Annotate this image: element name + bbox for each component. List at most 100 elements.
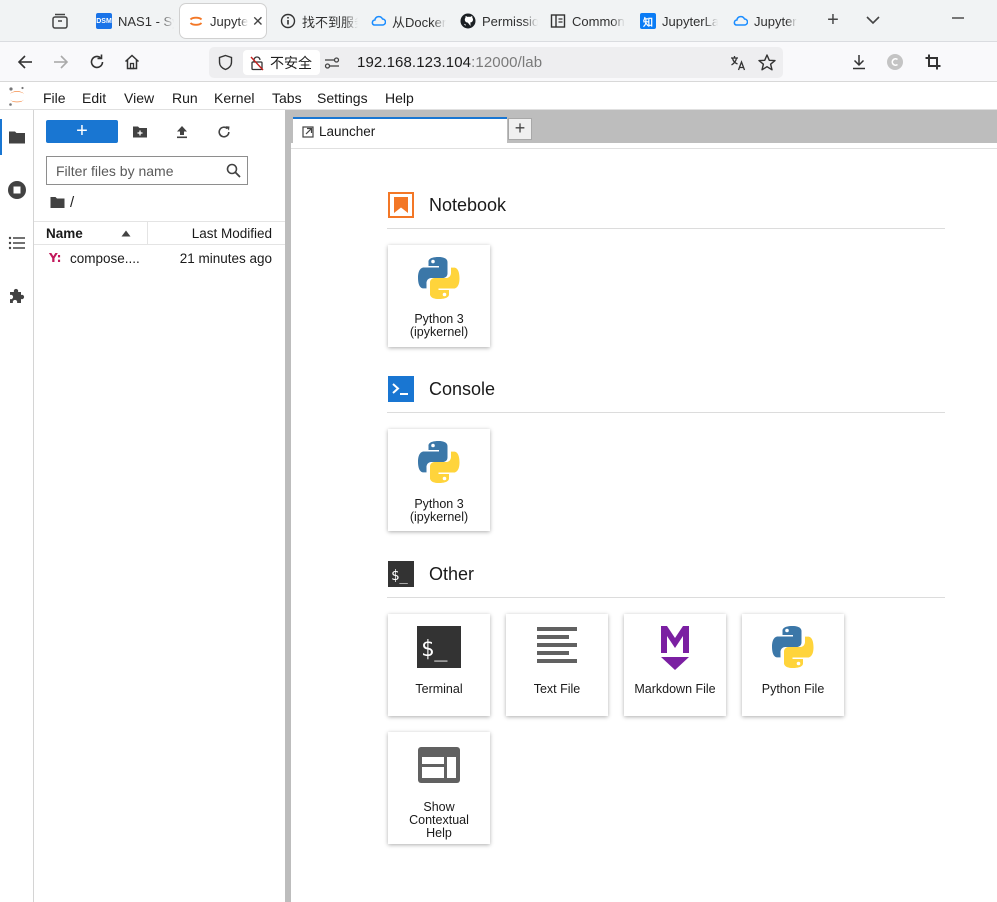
refresh-file-list-button[interactable] [214, 122, 234, 142]
browser-tab-jupyterlab-active[interactable]: JupyterLab ✕ [180, 4, 266, 38]
new-tab-button[interactable]: + [822, 9, 844, 31]
url-text[interactable]: 192.168.123.104:12000/lab [357, 54, 542, 71]
console-section-icon [388, 376, 414, 402]
breadcrumb-root[interactable]: / [70, 194, 74, 211]
svg-text:$_: $_ [421, 637, 448, 662]
extension-manager-tab[interactable] [7, 286, 27, 306]
browser-tab-bar: DSM NAS1 - Synology DiskStation JupyterL… [0, 0, 997, 42]
folder-icon [9, 131, 25, 144]
screenshot-button[interactable] [922, 51, 944, 73]
menu-run[interactable]: Run [172, 90, 198, 106]
launcher-tab-icon [302, 126, 314, 138]
menu-settings[interactable]: Settings [317, 90, 368, 106]
column-resize-handle[interactable] [147, 222, 148, 245]
arrow-left-icon [17, 55, 32, 69]
shield-icon[interactable] [217, 54, 234, 71]
launcher-card-markdown-file[interactable]: Markdown File [624, 614, 726, 716]
upload-icon [177, 126, 187, 139]
root-folder-icon[interactable] [50, 196, 65, 209]
launcher-card-python-file[interactable]: Python File [742, 614, 844, 716]
menu-edit[interactable]: Edit [82, 90, 106, 106]
jupyter-logo-icon [9, 86, 24, 106]
launcher-card-console-python3[interactable]: Python 3 (ipykernel) [388, 429, 490, 531]
account-button[interactable] [884, 51, 906, 73]
browser-tab-label: Jupyter [754, 13, 797, 29]
contextual-help-icon [414, 740, 464, 790]
new-folder-button[interactable] [130, 122, 150, 142]
breadcrumb: / [50, 194, 74, 211]
launcher-card-contextual-help[interactable]: Show Contextual Help [388, 732, 490, 844]
file-name[interactable]: compose.... [70, 251, 140, 266]
forward-button[interactable] [50, 51, 72, 73]
jupyter-icon [189, 16, 203, 26]
reload-button[interactable] [86, 51, 108, 73]
launcher-card-label: Python 3 (ipykernel) [409, 497, 469, 524]
translate-icon[interactable] [729, 54, 747, 72]
browser-tab-zhihu[interactable]: 知 JupyterLab [632, 4, 718, 38]
browser-nav-bar: 不安全 192.168.123.104:12000/lab [0, 42, 997, 82]
book-icon [550, 14, 566, 28]
site-permissions-icon[interactable] [323, 55, 341, 71]
sort-ascending-icon [121, 230, 131, 237]
close-tab-icon[interactable]: ✕ [252, 13, 264, 30]
terminal-icon: $_ [414, 622, 464, 672]
column-header-last-modified[interactable]: Last Modified [192, 226, 272, 241]
notebook-section-icon [388, 192, 414, 218]
file-listing-header: Name Last Modified [34, 221, 285, 245]
dsm-icon: DSM [96, 13, 112, 29]
tab-manager-icon[interactable] [50, 11, 70, 31]
browser-tab-github[interactable]: Permissions [452, 4, 538, 38]
home-icon [124, 54, 140, 70]
zhihu-icon: 知 [640, 13, 656, 29]
account-avatar-icon [887, 54, 903, 70]
browser-tab-error[interactable]: 找不到服务器 [272, 4, 358, 38]
section-title-notebook: Notebook [429, 195, 507, 215]
launcher-card-notebook-python3[interactable]: Python 3 (ipykernel) [388, 245, 490, 347]
chevron-down-icon[interactable] [864, 10, 882, 30]
refresh-icon [218, 126, 230, 138]
main-dock-tab-bar: Launcher + [291, 110, 997, 148]
browser-tab-label: Common [572, 13, 625, 29]
tab-launcher[interactable]: Launcher [293, 117, 507, 148]
running-sessions-tab[interactable] [7, 180, 27, 200]
menu-file[interactable]: File [43, 90, 66, 106]
launcher-card-terminal[interactable]: $_ Terminal [388, 614, 490, 716]
launcher-card-label: Python File [761, 682, 825, 696]
jupyter-menu-bar: File Edit View Run Kernel Tabs Settings … [0, 83, 997, 110]
menu-kernel[interactable]: Kernel [214, 90, 254, 106]
downloads-button[interactable] [848, 51, 870, 73]
column-header-name[interactable]: Name [46, 226, 83, 241]
home-button[interactable] [121, 51, 143, 73]
bookmark-star-icon[interactable] [757, 53, 777, 73]
reload-icon [90, 54, 104, 69]
file-filter-box [46, 156, 248, 185]
file-row[interactable]: Y: compose.... 21 minutes ago [34, 247, 285, 271]
browser-tab-jupyter[interactable]: Jupyter [724, 4, 810, 38]
download-icon [853, 55, 865, 70]
browser-tab-docker[interactable]: 从Docker [362, 4, 448, 38]
minimize-window-icon[interactable] [948, 8, 968, 28]
browser-tab-nas1[interactable]: DSM NAS1 - Synology DiskStation [88, 4, 174, 38]
back-button[interactable] [14, 51, 36, 73]
left-sidebar-tabs [0, 110, 34, 902]
file-browser-tab[interactable] [0, 119, 27, 155]
menu-help[interactable]: Help [385, 90, 414, 106]
markdown-icon [650, 622, 700, 672]
menu-tabs[interactable]: Tabs [272, 90, 302, 106]
browser-tab-common[interactable]: Common [542, 4, 628, 38]
file-filter-input[interactable] [47, 157, 225, 184]
toc-list-icon [8, 236, 25, 250]
browser-tab-label: 从Docker [392, 14, 447, 30]
table-of-contents-tab[interactable] [7, 233, 27, 253]
menu-view[interactable]: View [124, 90, 154, 106]
upload-files-button[interactable] [172, 122, 192, 142]
insecure-connection-badge[interactable]: 不安全 [243, 50, 320, 75]
address-bar[interactable]: 不安全 192.168.123.104:12000/lab [209, 47, 783, 78]
new-launcher-tab-button[interactable]: + [508, 118, 532, 140]
cloud-icon [371, 15, 386, 26]
text-file-icon [532, 622, 582, 672]
other-section-icon: $_ [388, 561, 414, 587]
new-launcher-button[interactable]: + [46, 120, 118, 143]
launcher-card-text-file[interactable]: Text File [506, 614, 608, 716]
section-divider [387, 597, 945, 598]
